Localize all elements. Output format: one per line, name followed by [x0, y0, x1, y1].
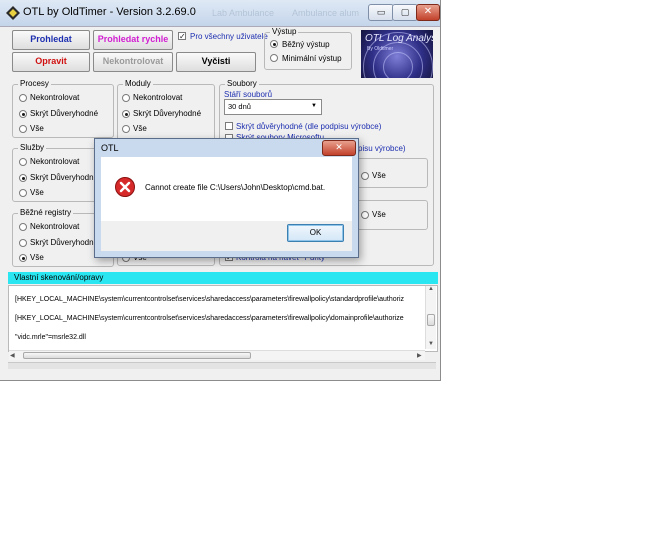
scan-button[interactable]: Prohledat — [12, 30, 90, 50]
titlebar-ghost-text: Ambulance alum — [292, 8, 360, 18]
minimal-output-label: Minimální výstup — [282, 54, 342, 63]
vertical-scroll-thumb[interactable] — [427, 314, 435, 326]
dialog-message: Cannot create file C:\Users\John\Desktop… — [145, 183, 326, 192]
files-all-radio-2[interactable] — [361, 211, 369, 219]
scroll-left-icon[interactable]: ◀ — [10, 352, 15, 359]
services-all-label: Vše — [30, 188, 44, 197]
window-title: OTL by OldTimer - Version 3.2.69.0 — [23, 6, 196, 18]
registry-none-radio[interactable] — [19, 223, 27, 231]
services-hide-trusted-radio[interactable] — [19, 174, 27, 182]
quick-scan-button[interactable]: Prohledat rychle — [93, 30, 173, 50]
error-icon — [115, 177, 135, 197]
modules-hide-trusted-label: Skrýt Důveryhodné — [133, 109, 202, 118]
registry-all-label: Vše — [30, 253, 44, 262]
scroll-down-icon[interactable]: ▼ — [428, 341, 434, 347]
vertical-scrollbar[interactable]: ▲ ▼ — [425, 286, 436, 349]
services-none-radio[interactable] — [19, 158, 27, 166]
hide-trusted-files-label: Skrýt důvěryhodné (dle podpisu výrobce) — [236, 122, 382, 131]
horizontal-scrollbar[interactable]: ◀ ▶ — [9, 350, 425, 360]
registry-hide-trusted-label: Skrýt Důveryhodné — [30, 238, 99, 247]
standard-output-radio[interactable] — [270, 40, 278, 48]
all-users-label: Pro všechny uživatele — [190, 32, 268, 41]
maximize-button[interactable]: ▢ — [392, 4, 418, 21]
processes-hide-trusted-label: Skrýt Důveryhodné — [30, 109, 99, 118]
modules-all-radio[interactable] — [122, 125, 130, 133]
scroll-right-icon[interactable]: ▶ — [417, 352, 422, 359]
files-all-label-1: Vše — [372, 171, 386, 180]
services-none-label: Nekontrolovat — [30, 157, 80, 166]
files-all-radio-1[interactable] — [361, 172, 369, 180]
modules-group-title: Moduly — [123, 79, 153, 88]
chevron-down-icon: ▼ — [311, 103, 317, 109]
status-strip — [8, 362, 436, 369]
registry-hide-trusted-radio[interactable] — [19, 239, 27, 247]
standard-output-label: Běžný výstup — [282, 40, 330, 49]
scroll-up-icon[interactable]: ▲ — [428, 286, 434, 292]
files-group-title: Soubory — [225, 79, 259, 88]
files-all-label-2: Vše — [372, 210, 386, 219]
dialog-close-button[interactable]: ✕ — [322, 140, 356, 156]
modules-all-label: Vše — [133, 124, 147, 133]
fix-button[interactable]: Opravit — [12, 52, 90, 72]
dialog-title: OTL — [101, 143, 119, 153]
app-icon — [6, 6, 20, 20]
modules-none-radio[interactable] — [122, 94, 130, 102]
logo-subtitle: By Oldtimer — [367, 46, 394, 52]
custom-scan-line: [HKEY_LOCAL_MACHINE\system\currentcontro… — [15, 296, 405, 303]
custom-scan-header-label: Vlastní skenování/opravy — [14, 273, 104, 282]
all-users-checkbox[interactable]: ✓ — [178, 32, 186, 41]
processes-all-radio[interactable] — [19, 125, 27, 133]
processes-hide-trusted-radio[interactable] — [19, 110, 27, 118]
titlebar-ghost-text: Lab Ambulance — [212, 8, 275, 18]
services-all-radio[interactable] — [19, 189, 27, 197]
custom-scan-line: "vidc.mrle"=msrle32.dll — [15, 334, 86, 341]
hide-trusted-files-checkbox[interactable] — [225, 122, 233, 130]
file-age-value: 30 dnů — [228, 102, 251, 111]
output-group: Výstup — [264, 27, 352, 70]
processes-none-label: Nekontrolovat — [30, 93, 80, 102]
minimal-output-radio[interactable] — [270, 54, 278, 62]
ok-button[interactable]: OK — [287, 224, 344, 242]
services-group-title: Služby — [18, 143, 47, 152]
clean-button[interactable]: Vyčisti — [176, 52, 256, 72]
custom-scan-textarea[interactable]: [HKEY_LOCAL_MACHINE\system\currentcontro… — [8, 285, 438, 352]
file-age-select[interactable]: 30 dnů ▼ — [224, 99, 322, 115]
registry-group-title: Běžné registry — [18, 208, 74, 217]
services-hide-trusted-label: Skrýt Důveryhodné — [30, 173, 99, 182]
minimize-button[interactable]: ▭ — [368, 4, 394, 21]
error-dialog: OTL ✕ Cannot create file C:\Users\John\D… — [94, 138, 359, 258]
registry-none-label: Nekontrolovat — [30, 222, 80, 231]
otl-log-analysis-logo: OTL Log Analysis By Oldtimer — [361, 30, 433, 78]
horizontal-scroll-thumb[interactable] — [23, 352, 251, 359]
modules-hide-trusted-radio[interactable] — [122, 110, 130, 118]
processes-group-title: Procesy — [18, 79, 51, 88]
none-button[interactable]: Nekontrolovat — [93, 52, 173, 72]
registry-all-radio[interactable] — [19, 254, 27, 262]
file-age-label: Stáří souborů — [224, 90, 273, 99]
custom-scan-line: [HKEY_LOCAL_MACHINE\system\currentcontro… — [15, 315, 404, 322]
processes-none-radio[interactable] — [19, 94, 27, 102]
close-button[interactable]: ✕ — [416, 4, 440, 21]
output-group-title: Výstup — [270, 27, 299, 36]
signature-label-suffix: pisu výrobce) — [358, 144, 406, 153]
processes-all-label: Vše — [30, 124, 44, 133]
logo-title: OTL Log Analysis — [365, 33, 433, 44]
modules-none-label: Nekontrolovat — [133, 93, 183, 102]
